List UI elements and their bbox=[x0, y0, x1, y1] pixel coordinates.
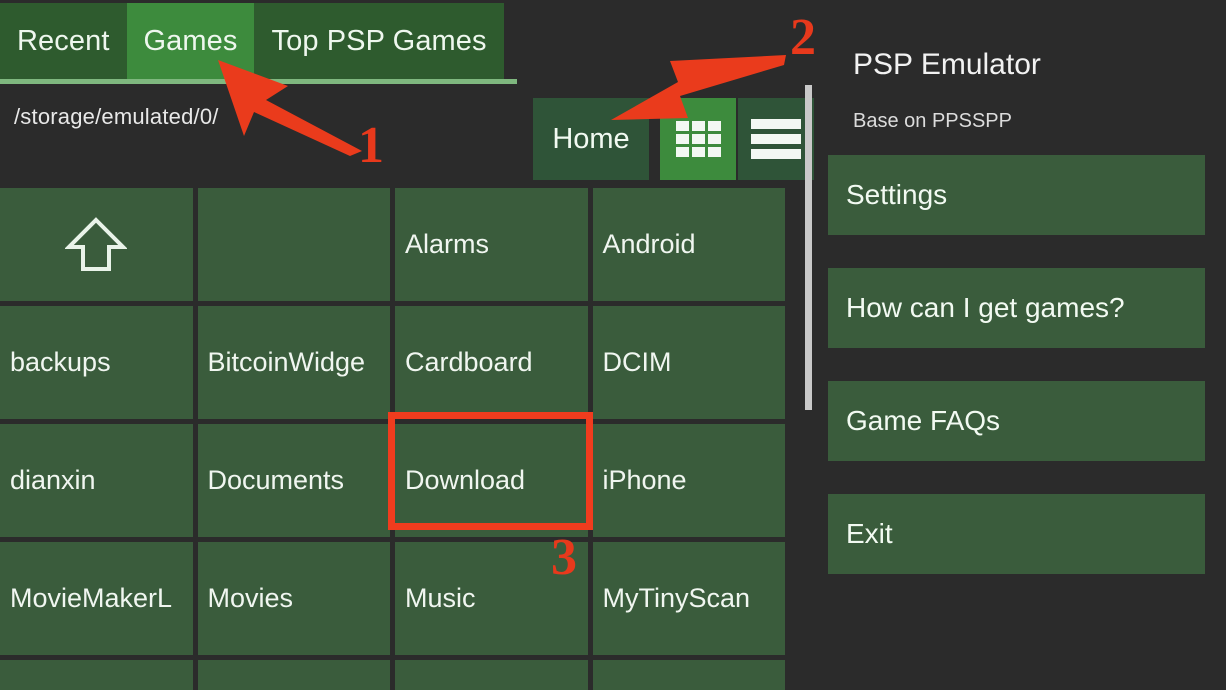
file-list-scrollbar-thumb[interactable] bbox=[805, 85, 812, 410]
file-cell-label: MovieMakerL bbox=[10, 583, 173, 613]
annotation-number-3: 3 bbox=[551, 529, 577, 586]
file-cell-parent-directory[interactable] bbox=[0, 188, 193, 301]
file-cell-documents[interactable]: Documents bbox=[197, 424, 390, 537]
file-cell-label: Music bbox=[405, 583, 476, 613]
psp-emulator-app: Recent Games Top PSP Games /storage/emul… bbox=[0, 0, 1226, 690]
sidebar-item-label: How can I get games? bbox=[846, 292, 1125, 323]
sidebar-item-label: Exit bbox=[846, 518, 893, 549]
file-cell-label: Documents bbox=[207, 465, 345, 495]
file-cell-label: Cardboard bbox=[405, 347, 533, 377]
file-cell-bitcoinwidget[interactable]: BitcoinWidge bbox=[197, 306, 390, 419]
file-cell-android[interactable]: Android bbox=[592, 188, 785, 301]
sidebar-item-exit[interactable]: Exit bbox=[828, 494, 1205, 574]
annotation-number-2: 2 bbox=[790, 9, 816, 66]
file-cell-label: MyTinyScan bbox=[602, 583, 751, 613]
file-cell-label: Alarms bbox=[405, 229, 490, 259]
file-cell-mytinyscan[interactable]: MyTinyScan bbox=[592, 542, 785, 655]
file-cell-movies[interactable]: Movies bbox=[197, 542, 390, 655]
tab-recent-label: Recent bbox=[17, 24, 110, 57]
sidebar-item-how-can-i-get-games[interactable]: How can I get games? bbox=[828, 268, 1205, 348]
file-cell-row5-3[interactable] bbox=[395, 660, 588, 690]
file-cell-row5-2[interactable] bbox=[197, 660, 390, 690]
sidebar: PSP Emulator Base on PPSSPP Settings How… bbox=[815, 0, 1226, 690]
annotation-number-1: 1 bbox=[358, 117, 384, 174]
sidebar-item-game-faqs[interactable]: Game FAQs bbox=[828, 381, 1205, 461]
file-cell-label: Android bbox=[602, 229, 696, 259]
file-cell-download[interactable]: Download bbox=[395, 424, 588, 537]
file-grid: Alarms Android backups BitcoinWidge Card… bbox=[0, 188, 785, 690]
file-cell-label: dianxin bbox=[10, 465, 96, 495]
app-subtitle: Base on PPSSPP bbox=[853, 110, 1012, 132]
sidebar-item-settings[interactable]: Settings bbox=[828, 155, 1205, 235]
up-arrow-icon bbox=[65, 216, 128, 271]
file-cell-backups[interactable]: backups bbox=[0, 306, 193, 419]
grid-view-icon bbox=[675, 121, 721, 157]
file-cell-label: backups bbox=[10, 347, 111, 377]
annotation-arrow-2 bbox=[611, 55, 786, 120]
tab-recent[interactable]: Recent bbox=[0, 3, 127, 79]
current-path-label: /storage/emulated/0/ bbox=[14, 104, 219, 129]
file-cell-label: Download bbox=[405, 465, 526, 495]
file-cell-label: DCIM bbox=[602, 347, 672, 377]
list-view-icon bbox=[751, 119, 801, 159]
file-cell-blank[interactable] bbox=[197, 188, 390, 301]
file-cell-cardboard[interactable]: Cardboard bbox=[395, 306, 588, 419]
file-cell-moviemakerl[interactable]: MovieMakerL bbox=[0, 542, 193, 655]
file-cell-dcim[interactable]: DCIM bbox=[592, 306, 785, 419]
home-button-label: Home bbox=[552, 122, 630, 155]
file-cell-label: iPhone bbox=[602, 465, 687, 495]
file-cell-row5-4[interactable] bbox=[592, 660, 785, 690]
file-cell-label: BitcoinWidge bbox=[207, 347, 366, 377]
file-cell-iphone[interactable]: iPhone bbox=[592, 424, 785, 537]
file-cell-alarms[interactable]: Alarms bbox=[395, 188, 588, 301]
app-title: PSP Emulator bbox=[853, 48, 1041, 81]
file-cell-row5-1[interactable] bbox=[0, 660, 193, 690]
file-cell-dianxin[interactable]: dianxin bbox=[0, 424, 193, 537]
sidebar-item-label: Settings bbox=[846, 179, 948, 210]
sidebar-item-label: Game FAQs bbox=[846, 405, 1001, 436]
file-cell-label: Movies bbox=[207, 583, 294, 613]
